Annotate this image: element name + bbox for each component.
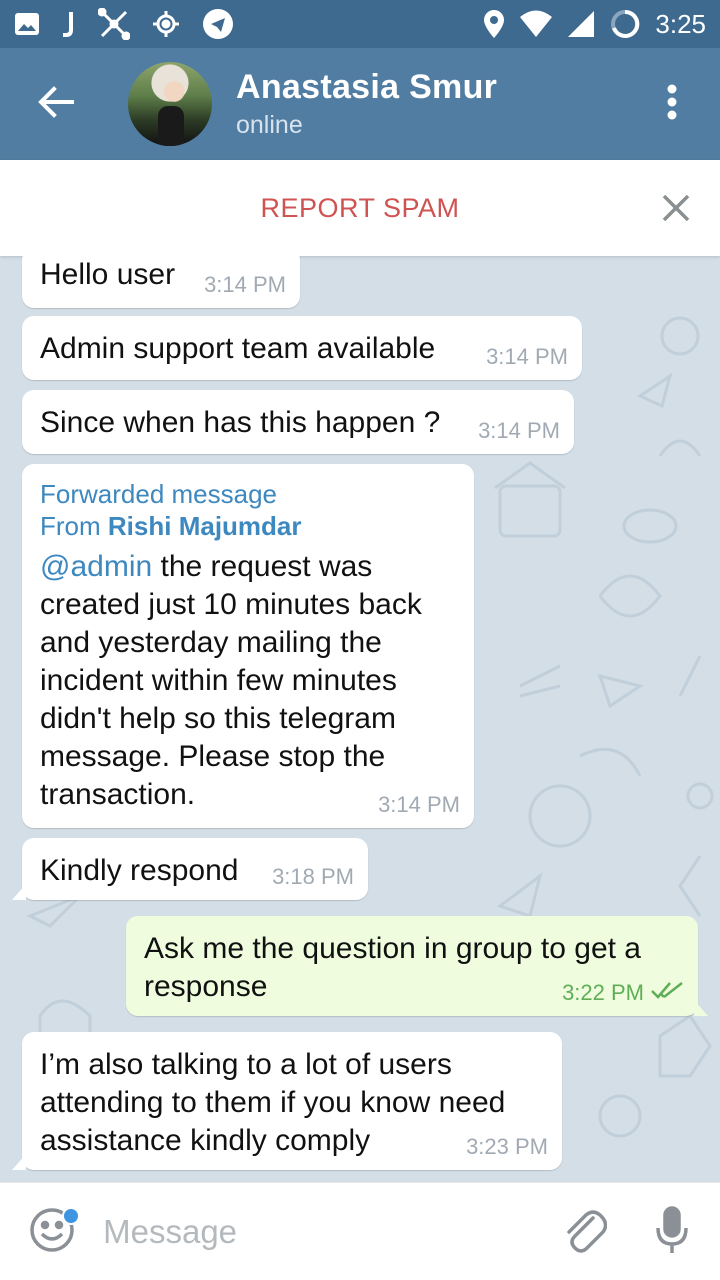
back-button[interactable] bbox=[0, 48, 112, 160]
message-bubble-in[interactable]: I’m also talking to a lot of users atten… bbox=[12, 1032, 562, 1170]
message-text: Hello user bbox=[40, 258, 176, 291]
avatar[interactable] bbox=[128, 62, 212, 146]
message-bubble-in[interactable]: Since when has this happen ? 3:14 PM bbox=[22, 390, 574, 454]
contact-status: online bbox=[236, 111, 303, 139]
location-pin-icon bbox=[483, 9, 505, 39]
message-text: Kindly respond bbox=[40, 854, 239, 887]
microphone-button[interactable] bbox=[625, 1183, 720, 1280]
status-right-icons: 3:25 bbox=[483, 8, 706, 40]
arrow-left-icon bbox=[38, 86, 74, 122]
status-bar: 3:25 bbox=[0, 0, 720, 48]
message-body: the request was created just 10 minutes … bbox=[40, 550, 422, 811]
microphone-icon bbox=[655, 1205, 689, 1258]
message-time: 3:14 PM bbox=[378, 792, 460, 817]
emoji-button[interactable] bbox=[0, 1183, 103, 1280]
message-bubble-out[interactable]: Ask me the question in group to get a re… bbox=[126, 916, 708, 1016]
message-time-status: 3:22 PM bbox=[562, 980, 684, 1006]
j-icon bbox=[62, 11, 76, 37]
double-check-icon bbox=[650, 980, 684, 1006]
notification-dot bbox=[62, 1206, 80, 1225]
message-time: 3:22 PM bbox=[562, 980, 644, 1005]
mention-link[interactable]: @admin bbox=[40, 550, 152, 583]
contact-info[interactable]: Anastasia Smur online bbox=[236, 68, 497, 140]
battery-ring-icon bbox=[609, 8, 641, 40]
message-bubble-in[interactable]: Kindly respond 3:18 PM bbox=[12, 838, 368, 900]
contact-name: Anastasia Smur bbox=[236, 68, 498, 106]
forwarded-from-prefix: From bbox=[40, 511, 101, 541]
forwarded-message-bubble[interactable]: Forwarded message From Rishi Majumdar @a… bbox=[22, 464, 474, 828]
more-options-button[interactable] bbox=[624, 48, 720, 160]
forwarded-from-name[interactable]: Rishi Majumdar bbox=[108, 511, 302, 541]
message-list[interactable]: Hello user 3:14 PM Admin support team av… bbox=[0, 256, 720, 1182]
paperclip-icon bbox=[563, 1206, 608, 1258]
status-left-icons bbox=[14, 8, 234, 40]
chat-header: Anastasia Smur online bbox=[0, 48, 720, 160]
more-vertical-icon bbox=[667, 84, 677, 124]
message-time: 3:23 PM bbox=[466, 1134, 548, 1159]
image-icon bbox=[14, 12, 40, 36]
forwarded-label: Forwarded message bbox=[40, 479, 277, 509]
network-icon bbox=[98, 8, 130, 40]
report-spam-bar: REPORT SPAM bbox=[0, 160, 720, 256]
message-bubble-in[interactable]: Admin support team available 3:14 PM bbox=[22, 316, 582, 380]
message-time: 3:14 PM bbox=[486, 344, 568, 369]
wifi-icon bbox=[519, 10, 553, 38]
telegram-icon bbox=[202, 8, 234, 40]
message-time: 3:14 PM bbox=[204, 272, 286, 297]
message-text: Since when has this happen ? bbox=[40, 406, 441, 439]
report-spam-button[interactable]: REPORT SPAM bbox=[260, 193, 459, 224]
forwarded-from: From Rishi Majumdar bbox=[40, 510, 460, 542]
message-time: 3:14 PM bbox=[478, 418, 560, 443]
message-text: Admin support team available bbox=[40, 332, 436, 365]
attach-button[interactable] bbox=[545, 1183, 624, 1280]
message-text: @admin the request was created just 10 m… bbox=[40, 548, 460, 814]
status-time: 3:25 bbox=[655, 8, 706, 39]
signal-icon bbox=[567, 10, 595, 38]
message-bubble-in[interactable]: Hello user 3:14 PM bbox=[22, 256, 300, 308]
message-input[interactable] bbox=[103, 1201, 530, 1262]
close-icon[interactable] bbox=[658, 190, 694, 226]
message-time: 3:18 PM bbox=[272, 864, 354, 889]
compose-bar bbox=[0, 1182, 720, 1280]
location-target-icon bbox=[152, 10, 180, 38]
